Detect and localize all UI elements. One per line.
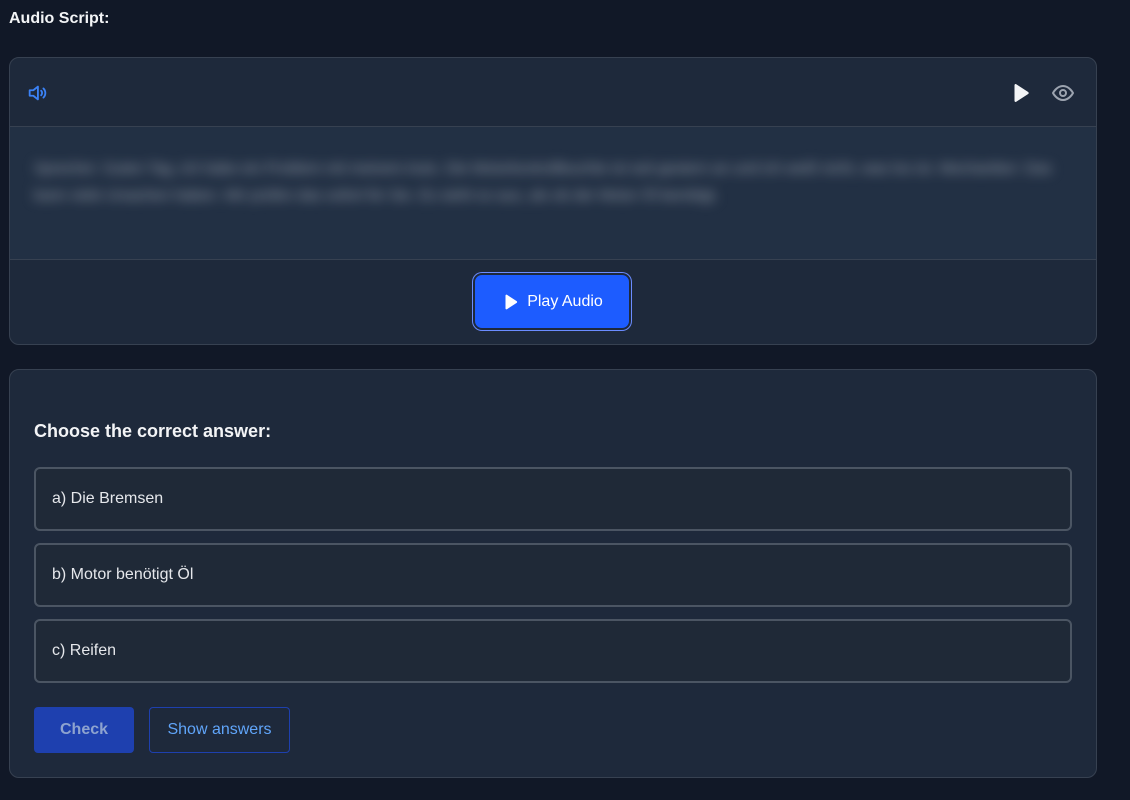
question-card: Choose the correct answer: a) Die Bremse… (9, 369, 1097, 778)
audio-card: Sprecher: Guten Tag, ich habe ein Proble… (9, 57, 1097, 345)
play-audio-button[interactable]: Play Audio (475, 275, 629, 328)
audio-card-header (10, 58, 1096, 127)
answer-option-label: c) Reifen (52, 642, 117, 659)
audio-script-label: Audio Script: (9, 10, 110, 27)
answer-option-label: a) Die Bremsen (52, 490, 164, 507)
audio-script-blurred: Sprecher: Guten Tag, ich habe ein Proble… (10, 127, 1096, 260)
page: Audio Script: Sprecher: Guten Tag, ich h… (0, 0, 1130, 800)
play-audio-label: Play Audio (527, 292, 603, 310)
eye-icon[interactable] (1051, 81, 1075, 105)
check-button[interactable]: Check (34, 707, 134, 753)
answer-option-label: b) Motor benötigt Öl (52, 566, 194, 583)
speaker-icon (28, 85, 47, 101)
play-icon (505, 294, 518, 309)
answer-option-b[interactable]: b) Motor benötigt Öl (34, 543, 1072, 607)
answer-option-a[interactable]: a) Die Bremsen (34, 467, 1072, 531)
question-title: Choose the correct answer: (34, 421, 272, 441)
show-answers-button[interactable]: Show answers (149, 707, 290, 753)
answer-option-c[interactable]: c) Reifen (34, 619, 1072, 683)
play-row: Play Audio (10, 260, 1096, 344)
audio-script-text: Sprecher: Guten Tag, ich habe ein Proble… (34, 160, 1052, 204)
play-icon[interactable] (1009, 82, 1031, 104)
